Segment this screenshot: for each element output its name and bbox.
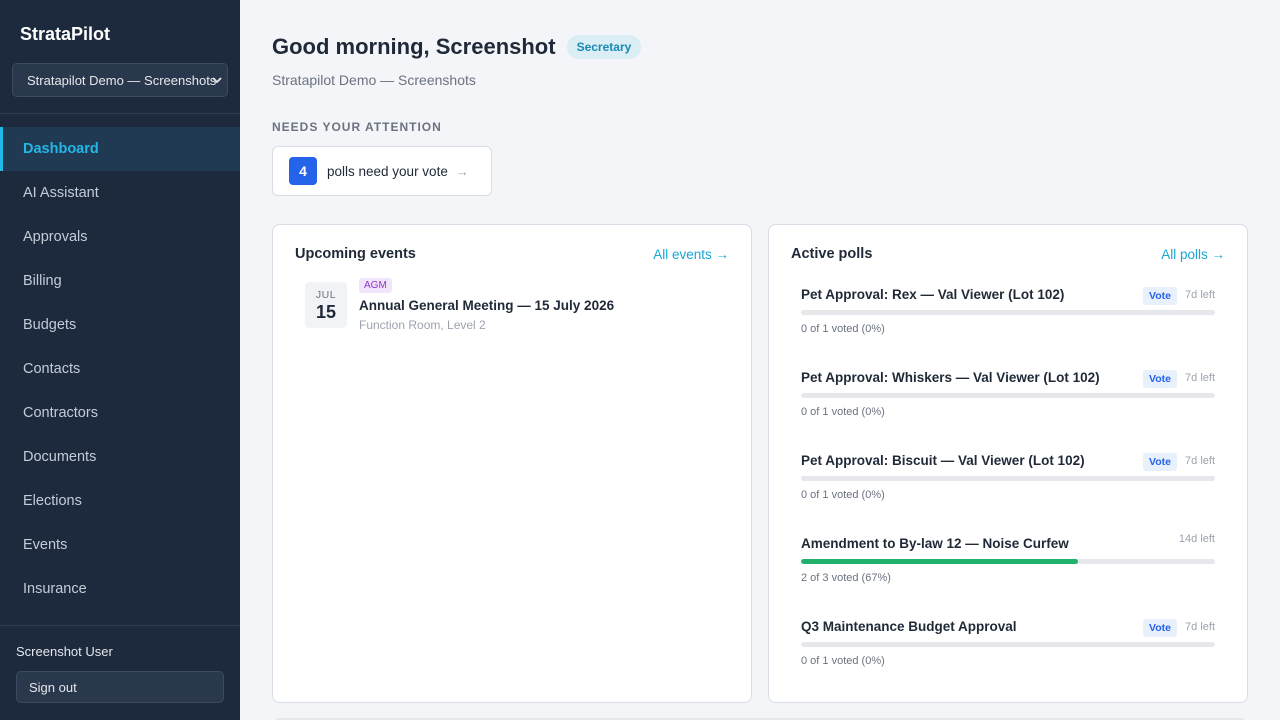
upcoming-events-card: Upcoming events All events → JUL 15 AGM … [272,224,752,703]
poll-progress-track [801,642,1215,647]
sidebar-footer: Screenshot User Sign out [0,625,240,720]
event-body: AGM Annual General Meeting — 15 July 202… [359,275,614,332]
vote-button[interactable]: Vote [1143,619,1178,637]
poll-vote-count: 0 of 1 voted (0%) [801,655,885,667]
events-card-title: Upcoming events [295,246,416,262]
page-title: Good morning, Screenshot [272,34,556,59]
vote-button[interactable]: Vote [1143,370,1178,388]
poll-progress-track [801,476,1215,481]
sidebar-item-ai-assistant[interactable]: AI Assistant [0,171,240,215]
user-name: Screenshot User [16,644,113,659]
event-item[interactable]: JUL 15 AGM Annual General Meeting — 15 J… [305,278,751,332]
poll-item[interactable]: Pet Approval: Biscuit — Val Viewer (Lot … [801,446,1215,529]
dashboard-cards: Upcoming events All events → JUL 15 AGM … [272,224,1248,703]
all-polls-link[interactable]: All polls → [1161,247,1225,262]
sidebar-item-contacts[interactable]: Contacts [0,347,240,391]
event-date-box: JUL 15 [305,282,347,328]
vote-button[interactable]: Vote [1143,453,1178,471]
events-card-header: Upcoming events All events → [273,225,751,262]
sidebar-item-insurance[interactable]: Insurance [0,567,240,611]
poll-status: Vote 7d left [1143,284,1215,305]
main-content: Good morning, Screenshot Secretary Strat… [240,0,1280,720]
poll-status: 14d left [1179,533,1215,545]
days-left: 7d left [1185,288,1215,301]
poll-progress-track [801,559,1215,564]
vote-button[interactable]: Vote [1143,287,1178,305]
active-polls-card: Active polls All polls → Pet Approval: R… [768,224,1248,703]
arrow-right-icon: → [455,163,469,179]
poll-item[interactable]: Q3 Maintenance Budget Approval Vote 7d l… [801,612,1215,695]
poll-progress-track [801,393,1215,398]
event-type-tag: AGM [359,278,392,293]
sidebar-divider [0,113,240,114]
event-month: JUL [315,289,337,301]
sidebar: StrataPilot Stratapilot Demo — Screensho… [0,0,240,720]
sidebar-item-dashboard[interactable]: Dashboard [0,127,240,171]
days-left: 14d left [1178,533,1215,545]
sidebar-item-events[interactable]: Events [0,523,240,567]
organization-select[interactable]: Stratapilot Demo — Screenshots [12,63,228,97]
chevron-down-icon [212,77,222,84]
organization-select-value: Stratapilot Demo — Screenshots [27,72,217,88]
attention-section-label: NEEDS YOUR ATTENTION [272,120,442,134]
polls-card-title: Active polls [791,246,873,262]
event-location: Function Room, Level 2 [359,318,486,332]
sidebar-item-approvals[interactable]: Approvals [0,215,240,259]
poll-item[interactable]: Pet Approval: Rex — Val Viewer (Lot 102)… [801,280,1215,363]
days-left: 7d left [1185,371,1215,384]
poll-vote-count: 0 of 1 voted (0%) [801,489,885,501]
poll-title: Amendment to By-law 12 — Noise Curfew [801,536,1069,551]
organization-name: Stratapilot Demo — Screenshots [272,72,476,88]
sidebar-item-documents[interactable]: Documents [0,435,240,479]
poll-list: Pet Approval: Rex — Val Viewer (Lot 102)… [769,280,1247,695]
event-day: 15 [315,302,337,322]
brand-logo-text[interactable]: StrataPilot [0,0,240,48]
attention-count-badge: 4 [289,157,317,185]
poll-item[interactable]: Pet Approval: Whiskers — Val Viewer (Lot… [801,363,1215,446]
sign-out-button[interactable]: Sign out [16,671,224,703]
poll-status: Vote 7d left [1143,616,1215,637]
poll-vote-count: 0 of 1 voted (0%) [801,323,885,335]
greeting-row: Good morning, Screenshot Secretary [272,34,1248,60]
event-title: Annual General Meeting — 15 July 2026 [359,298,615,313]
poll-status: Vote 7d left [1143,367,1215,388]
poll-status: Vote 7d left [1143,450,1215,471]
days-left: 7d left [1185,620,1215,633]
sidebar-item-elections[interactable]: Elections [0,479,240,523]
poll-item[interactable]: Amendment to By-law 12 — Noise Curfew 14… [801,529,1215,612]
poll-progress-fill [801,559,1079,564]
days-left: 7d left [1185,454,1215,467]
sidebar-nav: Dashboard AI Assistant Approvals Billing… [0,127,240,611]
attention-text: polls need your vote [327,163,448,179]
app-root: StrataPilot Stratapilot Demo — Screensho… [0,0,1280,720]
sidebar-item-billing[interactable]: Billing [0,259,240,303]
role-badge: Secretary [566,35,642,59]
sidebar-item-contractors[interactable]: Contractors [0,391,240,435]
all-events-link[interactable]: All events → [653,247,729,262]
polls-need-vote-card[interactable]: 4 polls need your vote → [272,146,492,196]
poll-vote-count: 0 of 1 voted (0%) [801,406,885,418]
poll-vote-count: 2 of 3 voted (67%) [801,572,891,584]
sidebar-item-budgets[interactable]: Budgets [0,303,240,347]
poll-progress-track [801,310,1215,315]
polls-card-header: Active polls All polls → [769,225,1247,262]
